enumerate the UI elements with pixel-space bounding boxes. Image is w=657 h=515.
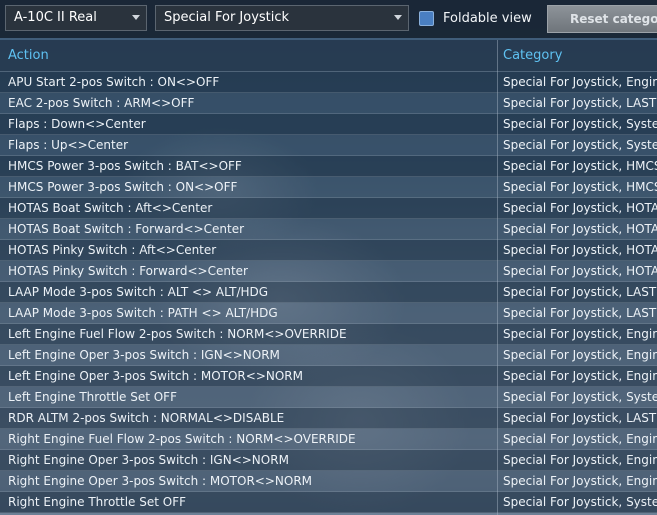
table-row[interactable]: Right Engine Oper 3-pos Switch : MOTOR<>… bbox=[0, 471, 657, 492]
action-cell: RDR ALTM 2-pos Switch : NORMAL<>DISABLE bbox=[8, 411, 285, 425]
foldable-view-checkbox[interactable] bbox=[419, 11, 434, 26]
category-cell: Special For Joystick, Engin bbox=[503, 369, 657, 383]
table-row[interactable]: LAAP Mode 3-pos Switch : ALT <> ALT/HDG S… bbox=[0, 282, 657, 303]
bindings-table: Action Category APU Start 2-pos Switch :… bbox=[0, 40, 657, 515]
action-cell: HOTAS Pinky Switch : Aft<>Center bbox=[8, 243, 217, 257]
action-cell: HOTAS Pinky Switch : Forward<>Center bbox=[8, 264, 248, 278]
action-cell: Right Engine Throttle Set OFF bbox=[8, 495, 187, 509]
category-cell: Special For Joystick, Engin bbox=[503, 327, 657, 341]
table-row[interactable]: Right Engine Fuel Flow 2-pos Switch : NO… bbox=[0, 429, 657, 450]
action-cell: Right Engine Oper 3-pos Switch : MOTOR<>… bbox=[8, 474, 313, 488]
action-cell: HMCS Power 3-pos Switch : ON<>OFF bbox=[8, 180, 238, 194]
action-cell: Right Engine Fuel Flow 2-pos Switch : NO… bbox=[8, 432, 356, 446]
category-cell: Special For Joystick, Engin bbox=[503, 348, 657, 362]
table-row[interactable]: HOTAS Pinky Switch : Aft<>Center Special … bbox=[0, 240, 657, 261]
table-body: APU Start 2-pos Switch : ON<>OFF Special … bbox=[0, 72, 657, 513]
category-cell: Special For Joystick, HOTA bbox=[503, 264, 657, 278]
table-row[interactable]: Flaps : Up<>Center Special For Joystick, … bbox=[0, 135, 657, 156]
chevron-down-icon bbox=[394, 15, 402, 20]
table-row[interactable]: RDR ALTM 2-pos Switch : NORMAL<>DISABLE S… bbox=[0, 408, 657, 429]
reset-category-button[interactable]: Reset category bbox=[547, 5, 657, 33]
category-cell: Special For Joystick, LASTI bbox=[503, 411, 657, 425]
action-cell: Left Engine Oper 3-pos Switch : IGN<>NOR… bbox=[8, 348, 280, 362]
category-cell: Special For Joystick, Engin bbox=[503, 474, 657, 488]
table-row[interactable]: Right Engine Throttle Set OFF Special For… bbox=[0, 492, 657, 513]
category-cell: Special For Joystick, HMCS bbox=[503, 180, 657, 194]
table-row[interactable]: Right Engine Oper 3-pos Switch : IGN<>NO… bbox=[0, 450, 657, 471]
action-cell: HOTAS Boat Switch : Aft<>Center bbox=[8, 201, 213, 215]
table-row[interactable]: Left Engine Oper 3-pos Switch : MOTOR<>N… bbox=[0, 366, 657, 387]
category-cell: Special For Joystick, Syste bbox=[503, 117, 657, 131]
table-row[interactable]: Flaps : Down<>Center Special For Joystick… bbox=[0, 114, 657, 135]
aircraft-select-value: A-10C II Real bbox=[14, 10, 97, 25]
foldable-view-label: Foldable view bbox=[443, 11, 532, 26]
action-cell: LAAP Mode 3-pos Switch : PATH <> ALT/HDG bbox=[8, 306, 278, 320]
table-row[interactable]: LAAP Mode 3-pos Switch : PATH <> ALT/HDG… bbox=[0, 303, 657, 324]
action-cell: HMCS Power 3-pos Switch : BAT<>OFF bbox=[8, 159, 242, 173]
category-cell: Special For Joystick, HOTA bbox=[503, 201, 657, 215]
table-row[interactable]: Left Engine Fuel Flow 2-pos Switch : NOR… bbox=[0, 324, 657, 345]
table-row[interactable]: EAC 2-pos Switch : ARM<>OFF Special For J… bbox=[0, 93, 657, 114]
category-cell: Special For Joystick, HOTA bbox=[503, 243, 657, 257]
action-cell: EAC 2-pos Switch : ARM<>OFF bbox=[8, 96, 195, 110]
category-cell: Special For Joystick, Syste bbox=[503, 390, 657, 404]
table-row[interactable]: Left Engine Oper 3-pos Switch : IGN<>NOR… bbox=[0, 345, 657, 366]
action-cell: Left Engine Fuel Flow 2-pos Switch : NOR… bbox=[8, 327, 347, 341]
action-cell: LAAP Mode 3-pos Switch : ALT <> ALT/HDG bbox=[8, 285, 269, 299]
category-cell: Special For Joystick, Engin bbox=[503, 432, 657, 446]
action-cell: Flaps : Down<>Center bbox=[8, 117, 146, 131]
action-cell: APU Start 2-pos Switch : ON<>OFF bbox=[8, 75, 220, 89]
column-divider[interactable] bbox=[497, 40, 498, 515]
column-header-action[interactable]: Action bbox=[8, 40, 49, 72]
table-row[interactable]: APU Start 2-pos Switch : ON<>OFF Special … bbox=[0, 72, 657, 93]
category-select-value: Special For Joystick bbox=[164, 10, 290, 25]
chevron-down-icon bbox=[132, 15, 140, 20]
table-row[interactable]: HOTAS Pinky Switch : Forward<>Center Spec… bbox=[0, 261, 657, 282]
category-cell: Special For Joystick, HOTA bbox=[503, 222, 657, 236]
category-cell: Special For Joystick, LASTI bbox=[503, 306, 657, 320]
table-row[interactable]: Left Engine Throttle Set OFF Special For … bbox=[0, 387, 657, 408]
category-cell: Special For Joystick, HMCS bbox=[503, 159, 657, 173]
table-row[interactable]: HMCS Power 3-pos Switch : BAT<>OFF Specia… bbox=[0, 156, 657, 177]
category-cell: Special For Joystick, Syste bbox=[503, 495, 657, 509]
category-select[interactable]: Special For Joystick bbox=[155, 5, 409, 31]
category-cell: Special For Joystick, LASTI bbox=[503, 96, 657, 110]
table-row[interactable]: HMCS Power 3-pos Switch : ON<>OFF Special… bbox=[0, 177, 657, 198]
category-cell: Special For Joystick, Engin bbox=[503, 75, 657, 89]
table-row[interactable]: HOTAS Boat Switch : Forward<>Center Speci… bbox=[0, 219, 657, 240]
table-row[interactable]: HOTAS Boat Switch : Aft<>Center Special F… bbox=[0, 198, 657, 219]
action-cell: Left Engine Oper 3-pos Switch : MOTOR<>N… bbox=[8, 369, 303, 383]
action-cell: Flaps : Up<>Center bbox=[8, 138, 129, 152]
action-cell: Left Engine Throttle Set OFF bbox=[8, 390, 177, 404]
action-cell: Right Engine Oper 3-pos Switch : IGN<>NO… bbox=[8, 453, 289, 467]
aircraft-select[interactable]: A-10C II Real bbox=[5, 5, 147, 31]
column-header-category[interactable]: Category bbox=[503, 40, 562, 72]
category-cell: Special For Joystick, Engin bbox=[503, 453, 657, 467]
toolbar: A-10C II Real Special For Joystick Folda… bbox=[0, 0, 657, 38]
category-cell: Special For Joystick, LASTI bbox=[503, 285, 657, 299]
table-header: Action Category bbox=[0, 40, 657, 72]
action-cell: HOTAS Boat Switch : Forward<>Center bbox=[8, 222, 245, 236]
category-cell: Special For Joystick, Syste bbox=[503, 138, 657, 152]
